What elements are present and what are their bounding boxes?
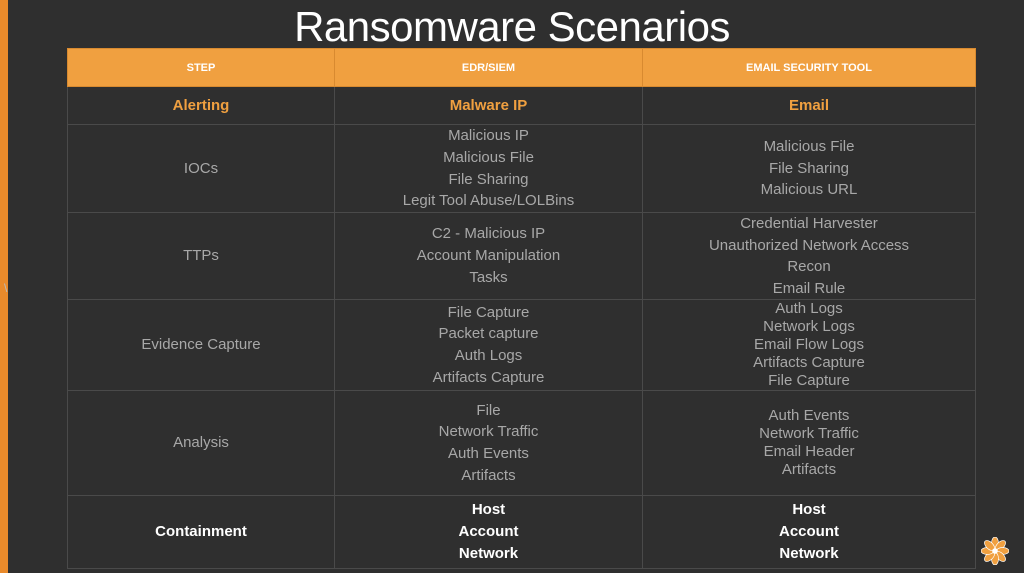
row-alerting: Alerting Malware IP Email — [67, 86, 976, 125]
email-item: Host — [792, 501, 826, 519]
edr-item: Host — [471, 501, 506, 519]
row-ttps: TTPs C2 - Malicious IP Account Manipulat… — [67, 212, 976, 301]
edr-item: File Sharing — [448, 170, 529, 188]
header-edr-siem: EDR/SIEM — [334, 48, 643, 87]
email-cell: Auth Logs Network Logs Email Flow Logs A… — [642, 299, 976, 392]
orange-flower-logo-icon — [981, 537, 1009, 565]
edr-item: Auth Logs — [454, 347, 523, 365]
email-item: Email — [788, 96, 830, 114]
edr-cell: Malware IP — [334, 86, 643, 125]
email-item: Unauthorized Network Access — [708, 236, 910, 254]
header-row: STEP EDR/SIEM EMAIL SECURITY TOOL — [67, 48, 976, 87]
email-item: Recon — [787, 258, 831, 276]
email-item: Auth Logs — [775, 300, 843, 318]
email-cell: Email — [642, 86, 976, 125]
email-cell: Host Account Network — [642, 495, 976, 570]
header-email-security-tool: EMAIL SECURITY TOOL — [642, 48, 976, 87]
edr-item: Artifacts Capture — [432, 368, 545, 386]
email-cell: Auth Events Network Traffic Email Header… — [642, 390, 976, 497]
edr-item: Malicious IP — [448, 127, 529, 144]
edr-item: File Capture — [447, 303, 530, 321]
row-containment: Containment Host Account Network Host Ac… — [67, 495, 976, 570]
edr-item: Account Manipulation — [416, 247, 561, 265]
step-cell: Evidence Capture — [67, 299, 335, 392]
email-item: Auth Events — [768, 407, 850, 425]
email-item: Email Header — [763, 443, 855, 461]
email-item: File Sharing — [768, 159, 850, 177]
edr-item: Auth Events — [448, 445, 529, 463]
step-cell: Analysis — [67, 390, 335, 497]
email-item: Malicious URL — [760, 181, 858, 199]
edr-cell: Malicious IP Malicious File File Sharing… — [334, 123, 643, 214]
email-item: Network — [779, 545, 839, 563]
stray-mark: \ — [4, 281, 8, 295]
email-item: File Capture — [768, 372, 850, 390]
row-evidence-capture: Evidence Capture File Capture Packet cap… — [67, 299, 976, 392]
email-item: Account — [779, 523, 839, 541]
edr-item: Legit Tool Abuse/LOLBins — [402, 192, 575, 210]
edr-item: Malicious File — [443, 148, 534, 166]
email-item: Malicious File — [763, 137, 855, 155]
email-cell: Credential Harvester Unauthorized Networ… — [642, 212, 976, 301]
email-item: Network Logs — [763, 318, 855, 336]
edr-item: Network — [458, 545, 519, 563]
email-item: Credential Harvester — [740, 215, 878, 233]
row-analysis: Analysis File Network Traffic Auth Event… — [67, 390, 976, 497]
edr-item: Network Traffic — [438, 423, 539, 441]
edr-item: C2 - Malicious IP — [431, 225, 546, 243]
email-cell: Malicious File File Sharing Malicious UR… — [642, 123, 976, 214]
edr-cell: Host Account Network — [334, 495, 643, 570]
edr-item: Malware IP — [449, 96, 528, 114]
step-cell: Containment — [67, 495, 335, 570]
email-item: Email Rule — [772, 279, 846, 297]
slide-title: Ransomware Scenarios — [294, 3, 730, 50]
step-cell: IOCs — [67, 123, 335, 214]
edr-cell: File Network Traffic Auth Events Artifac… — [334, 390, 643, 497]
header-step: STEP — [67, 48, 335, 87]
edr-item: Packet capture — [438, 325, 539, 343]
step-cell: TTPs — [67, 212, 335, 301]
row-iocs: IOCs Malicious IP Malicious File File Sh… — [67, 123, 976, 214]
email-item: Network Traffic — [759, 425, 859, 443]
edr-item: Artifacts — [461, 466, 516, 484]
scenario-table: STEP EDR/SIEM EMAIL SECURITY TOOL Alerti… — [67, 48, 976, 570]
edr-cell: File Capture Packet capture Auth Logs Ar… — [334, 299, 643, 392]
edr-item: File — [476, 401, 501, 419]
email-item: Artifacts Capture — [753, 354, 865, 372]
email-item: Email Flow Logs — [753, 336, 865, 354]
edr-item: Tasks — [469, 269, 508, 287]
edr-item: Account — [458, 523, 519, 541]
step-cell: Alerting — [67, 86, 335, 125]
edr-cell: C2 - Malicious IP Account Manipulation T… — [334, 212, 643, 301]
email-item: Artifacts — [781, 461, 837, 479]
